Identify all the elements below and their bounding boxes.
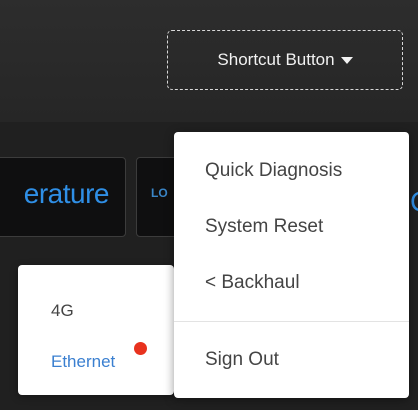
tile-label: erature [23, 178, 110, 209]
submenu-item-4g[interactable]: 4G [51, 301, 74, 321]
shortcut-button[interactable]: Shortcut Button [167, 30, 403, 90]
menu-item-sign-out[interactable]: Sign Out [205, 349, 279, 371]
top-bar: Shortcut Button [0, 0, 418, 122]
shortcut-dropdown-menu: Quick Diagnosis System Reset < Backhaul … [174, 132, 409, 398]
menu-divider [174, 321, 409, 322]
menu-item-quick-diagnosis[interactable]: Quick Diagnosis [205, 160, 342, 182]
tile-icon: LO [151, 186, 168, 200]
shortcut-button-label: Shortcut Button [217, 50, 335, 69]
edge-fragment: C [410, 186, 418, 222]
temperature-tile[interactable]: erature [0, 157, 126, 237]
caret-down-icon [340, 57, 353, 64]
menu-item-system-reset[interactable]: System Reset [205, 216, 323, 238]
menu-item-backhaul[interactable]: < Backhaul [205, 272, 300, 294]
backhaul-submenu: 4G Ethernet [18, 265, 174, 395]
notification-badge [134, 342, 147, 355]
submenu-item-ethernet[interactable]: Ethernet [51, 352, 115, 372]
